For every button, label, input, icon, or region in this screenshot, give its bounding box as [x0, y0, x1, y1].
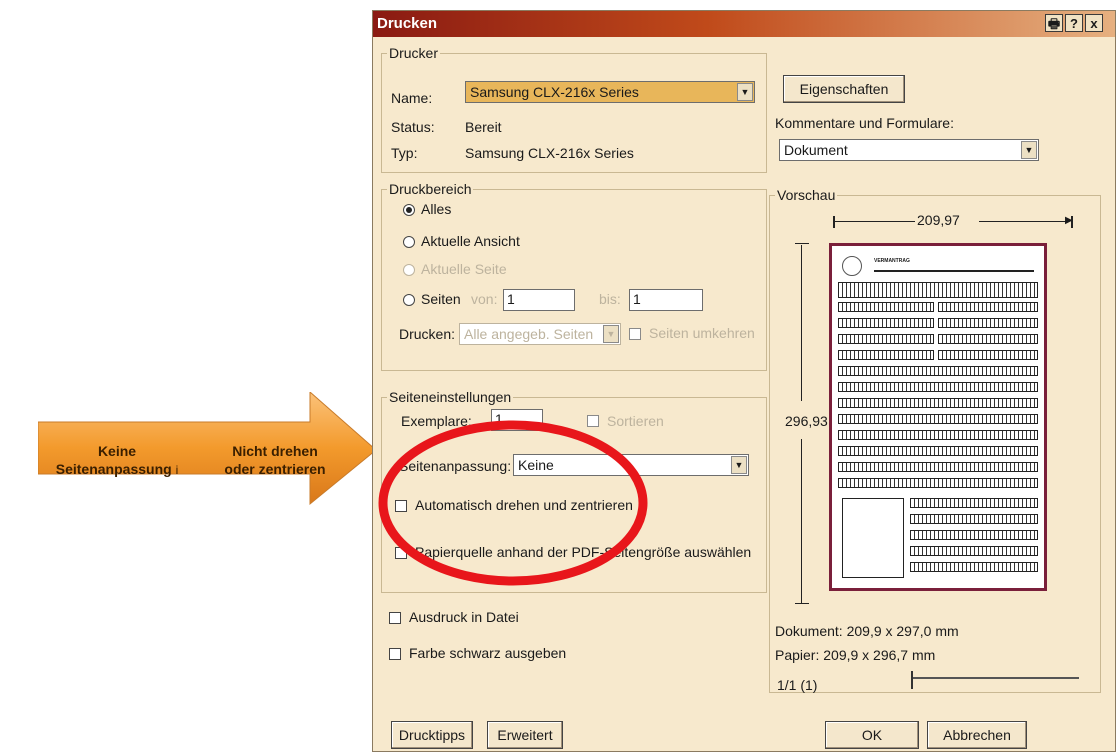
radio-current-page[interactable]	[403, 264, 415, 276]
form-row	[838, 414, 1038, 424]
printer-status-value: Bereit	[465, 119, 502, 135]
ok-button[interactable]: OK	[825, 721, 919, 749]
radio-current-page-label: Aktuelle Seite	[421, 261, 507, 277]
to-label: bis:	[599, 291, 621, 307]
callout-text-right: Nicht drehen oder zentrieren	[224, 443, 326, 477]
advanced-button[interactable]: Erweitert	[487, 721, 563, 749]
form-row	[838, 382, 1038, 392]
print-subset-label: Drucken:	[399, 326, 456, 342]
preview-width: 209,97	[917, 212, 960, 228]
printer-name-value: Samsung CLX-216x Series	[470, 84, 639, 100]
form-row	[938, 302, 1038, 312]
form-row	[838, 334, 934, 344]
printer-type-value: Samsung CLX-216x Series	[465, 145, 634, 161]
width-dim-line-left	[835, 221, 915, 222]
cancel-button[interactable]: Abbrechen	[927, 721, 1027, 749]
highlight-ellipse	[378, 420, 648, 586]
height-dim-bottom-tick	[795, 603, 809, 604]
radio-all-label: Alles	[421, 201, 452, 217]
from-input[interactable]: 1	[503, 289, 575, 311]
printer-group-label: Drucker	[387, 45, 441, 61]
width-dim-left-tick	[833, 216, 835, 228]
to-input[interactable]: 1	[629, 289, 703, 311]
print-dialog: Drucken 🖶 ? x Drucker Name: Samsung CLX-…	[372, 10, 1116, 752]
paper-size: Papier: 209,9 x 296,7 mm	[775, 647, 936, 663]
comments-select[interactable]: Dokument ▼	[779, 139, 1039, 161]
width-dim-line-right	[979, 221, 1069, 222]
page-settings-label: Seiteneinstellungen	[387, 389, 514, 405]
printer-name-select[interactable]: Samsung CLX-216x Series ▼	[465, 81, 755, 103]
form-row	[838, 430, 1038, 440]
form-row	[838, 446, 1038, 456]
page-preview-thumbnail: VERMANTRAG	[829, 243, 1047, 591]
radio-current-view[interactable]	[403, 236, 415, 248]
title-bar: Drucken 🖶 ? x	[373, 11, 1115, 37]
form-line	[874, 270, 1034, 272]
printer-name-label: Name:	[391, 90, 433, 106]
dialog-title: Drucken	[377, 15, 438, 32]
height-dim-line-bottom	[801, 439, 802, 603]
form-row	[838, 302, 934, 312]
print-to-file-label: Ausdruck in Datei	[409, 609, 519, 625]
preview-height: 296,93	[785, 413, 828, 429]
form-row	[938, 350, 1038, 360]
chevron-down-icon: ▼	[1021, 141, 1037, 159]
print-black-checkbox[interactable]	[389, 648, 401, 660]
form-row	[910, 562, 1038, 572]
chevron-down-icon: ▼	[603, 325, 619, 343]
close-button[interactable]: x	[1085, 14, 1103, 32]
form-row	[838, 366, 1038, 376]
page-slider-thumb[interactable]	[911, 671, 913, 689]
form-row	[910, 530, 1038, 540]
document-size: Dokument: 209,9 x 297,0 mm	[775, 623, 959, 639]
form-row	[838, 398, 1038, 408]
form-box	[842, 498, 904, 578]
form-row	[838, 282, 1038, 298]
print-tips-button[interactable]: Drucktipps	[391, 721, 473, 749]
print-subset-select[interactable]: Alle angegeb. Seiten ▼	[459, 323, 621, 345]
print-black-label: Farbe schwarz ausgeben	[409, 645, 567, 661]
reverse-pages-checkbox[interactable]	[629, 328, 641, 340]
radio-pages-label: Seiten	[421, 291, 461, 307]
page-slider-track[interactable]	[913, 677, 1079, 679]
print-range-label: Druckbereich	[387, 181, 474, 197]
print-to-file-checkbox[interactable]	[389, 612, 401, 624]
help-button[interactable]: ?	[1065, 14, 1083, 32]
form-row	[910, 514, 1038, 524]
comments-value: Dokument	[784, 142, 848, 158]
page-counter: 1/1 (1)	[777, 677, 818, 693]
form-row	[838, 478, 1038, 488]
form-row	[838, 462, 1038, 472]
form-row	[838, 350, 934, 360]
from-label: von:	[471, 291, 498, 307]
radio-all[interactable]	[403, 204, 415, 216]
form-row	[938, 318, 1038, 328]
form-row	[910, 546, 1038, 556]
height-dim-top-tick	[795, 243, 809, 244]
form-row	[910, 498, 1038, 508]
radio-current-view-label: Aktuelle Ansicht	[421, 233, 520, 249]
height-dim-line-top	[801, 245, 802, 401]
width-dim-right-tick	[1071, 216, 1073, 228]
form-row	[838, 318, 934, 328]
printer-icon[interactable]: 🖶	[1045, 14, 1063, 32]
printer-status-label: Status:	[391, 119, 435, 135]
chevron-down-icon: ▼	[731, 456, 747, 474]
form-row	[938, 334, 1038, 344]
callout-text-left: Keine Seitenanpassung i	[55, 443, 179, 477]
reverse-pages-label: Seiten umkehren	[649, 325, 755, 341]
preview-label: Vorschau	[775, 187, 838, 203]
comments-label: Kommentare und Formulare:	[775, 115, 954, 131]
form-title: VERMANTRAG	[874, 258, 910, 264]
radio-pages[interactable]	[403, 294, 415, 306]
printer-type-label: Typ:	[391, 145, 418, 161]
chevron-down-icon: ▼	[737, 83, 753, 101]
print-subset-value: Alle angegeb. Seiten	[464, 326, 594, 342]
emblem-icon	[842, 256, 862, 276]
properties-button[interactable]: Eigenschaften	[783, 75, 905, 103]
